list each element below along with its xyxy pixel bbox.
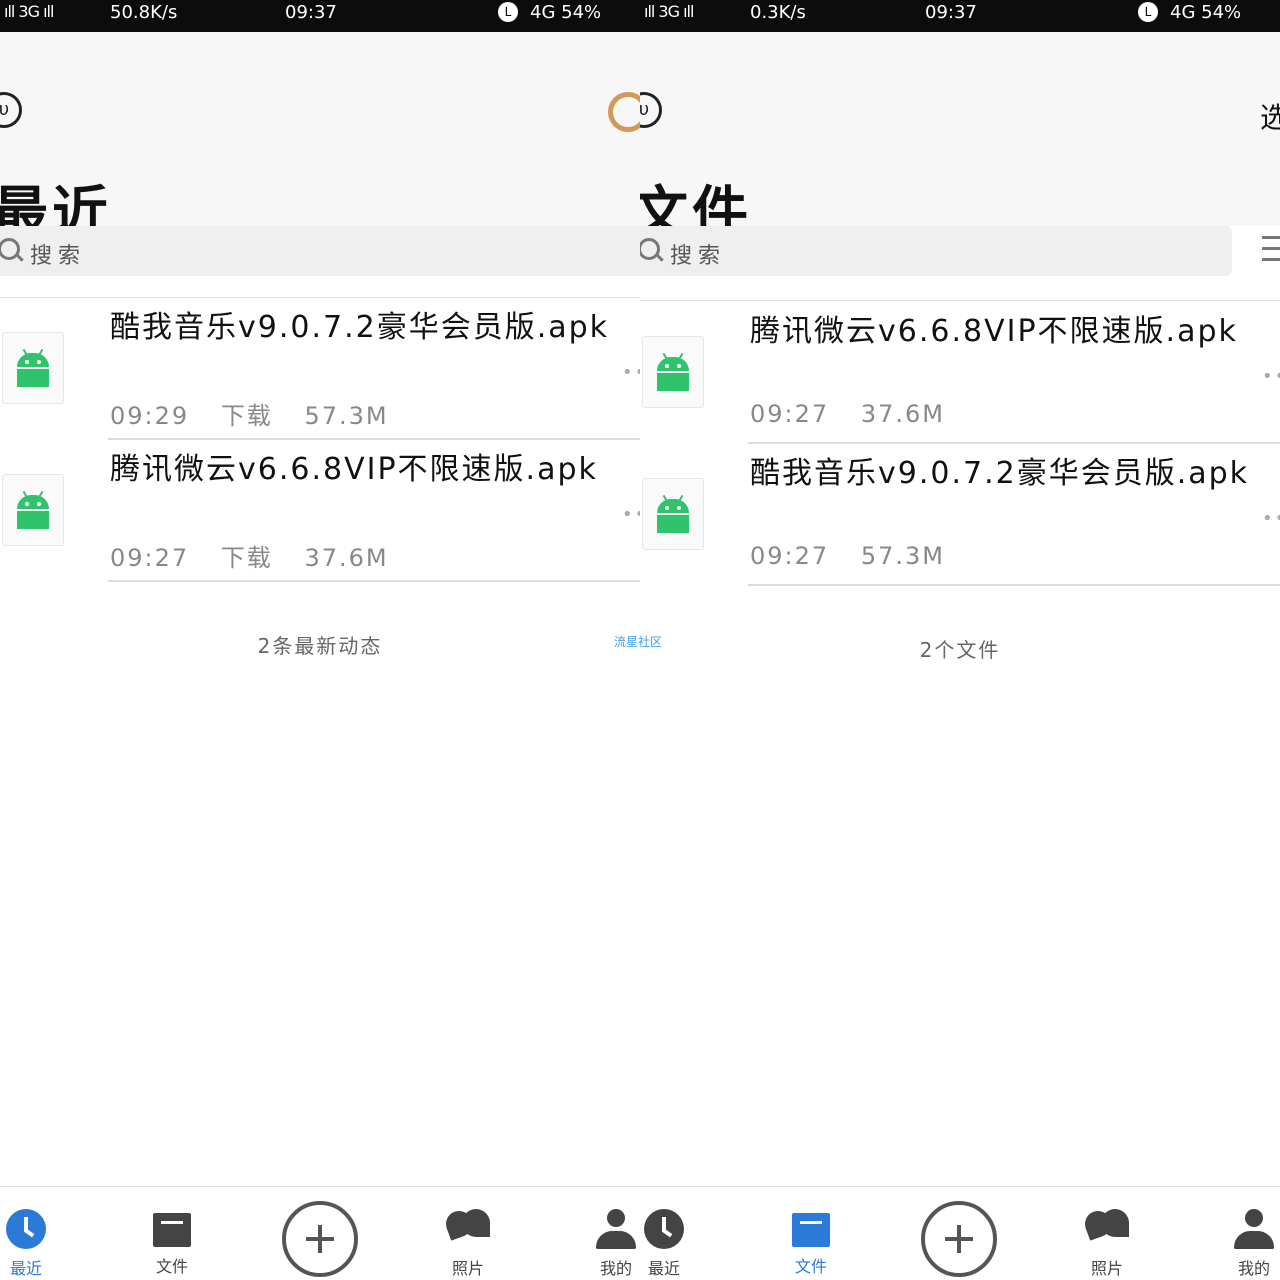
status-bar: ıll 3G ıll 0.3K/s 09:37 L 4G 54% xyxy=(640,0,1280,32)
clock-time: 09:37 xyxy=(925,2,977,23)
tab-label: 照片 xyxy=(1090,1259,1123,1278)
tab-label: 照片 xyxy=(451,1259,484,1278)
add-button[interactable] xyxy=(917,1201,1001,1277)
user-icon xyxy=(1234,1209,1274,1249)
file-time: 09:29 xyxy=(110,402,190,430)
file-size: 57.3M xyxy=(860,542,945,570)
user-icon xyxy=(596,1209,636,1249)
list-divider xyxy=(640,300,1280,301)
file-row[interactable]: 酷我音乐v9.0.7.2豪华会员版.apk 09:29 下载 57.3M •• xyxy=(0,298,640,440)
file-size: 37.6M xyxy=(304,544,389,572)
file-meta: 09:27 37.6M xyxy=(750,400,967,428)
file-time: 09:27 xyxy=(750,400,830,428)
search-bar[interactable]: 搜索 xyxy=(0,226,640,276)
folder-icon xyxy=(153,1213,191,1247)
search-bar[interactable]: 搜索 xyxy=(640,226,1232,276)
tab-label: 文件 xyxy=(794,1257,827,1276)
more-icon[interactable]: •• xyxy=(622,504,640,525)
summary-text: 2条最新动态 xyxy=(257,634,383,658)
more-icon[interactable]: •• xyxy=(622,362,640,383)
file-row[interactable]: 腾讯微云v6.6.8VIP不限速版.apk 09:27 下载 37.6M •• xyxy=(0,440,640,582)
file-action: 下载 xyxy=(220,402,273,430)
file-row[interactable]: 腾讯微云v6.6.8VIP不限速版.apk 09:27 37.6M •• xyxy=(640,302,1280,444)
battery-status: 4G 54% xyxy=(1170,2,1242,23)
tab-mine[interactable]: 我的 xyxy=(1232,1209,1276,1279)
file-row[interactable]: 酷我音乐v9.0.7.2豪华会员版.apk 09:27 57.3M •• xyxy=(640,444,1280,586)
summary-text: 2个文件 xyxy=(919,638,1001,662)
clock-icon xyxy=(6,1209,46,1249)
file-meta: 09:29 下载 57.3M xyxy=(110,396,411,431)
android-icon xyxy=(642,478,704,550)
search-placeholder: 搜索 xyxy=(30,244,87,269)
folder-icon xyxy=(792,1213,830,1247)
tab-label: 最近 xyxy=(647,1259,680,1278)
add-icon xyxy=(921,1201,997,1277)
network-speed: 50.8K/s xyxy=(110,2,178,23)
row-divider xyxy=(748,584,1280,586)
file-name: 酷我音乐v9.0.7.2豪华会员版.apk xyxy=(750,456,1250,491)
tab-label: 最近 xyxy=(9,1259,42,1278)
bottom-tab-bar: 最近 文件 照片 我的 xyxy=(640,1186,1280,1280)
tab-photos[interactable]: 照片 xyxy=(1083,1209,1131,1279)
file-name: 腾讯微云v6.6.8VIP不限速版.apk xyxy=(110,452,598,487)
tab-label: 文件 xyxy=(155,1257,188,1276)
brand-logo-icon[interactable]: υ xyxy=(640,92,662,128)
file-name: 腾讯微云v6.6.8VIP不限速版.apk xyxy=(750,314,1238,349)
more-icon[interactable]: •• xyxy=(1262,508,1280,529)
tab-files[interactable]: 文件 xyxy=(148,1209,196,1277)
search-icon xyxy=(0,238,20,260)
search-icon xyxy=(640,238,660,260)
file-time: 09:27 xyxy=(110,544,190,572)
app-header: υ 选 文件 xyxy=(640,32,1280,246)
file-time: 09:27 xyxy=(750,542,830,570)
file-meta: 09:27 下载 37.6M xyxy=(110,538,411,573)
file-action: 下载 xyxy=(220,544,273,572)
watermark-text: 流星社区 xyxy=(614,635,663,649)
android-icon xyxy=(2,332,64,404)
alarm-icon: L xyxy=(498,2,518,22)
signal-indicator: ıll 3G ıll xyxy=(644,2,694,21)
clock-time: 09:37 xyxy=(285,2,337,23)
row-divider xyxy=(108,580,640,582)
bottom-tab-bar: 最近 文件 照片 我的 xyxy=(0,1186,640,1280)
select-button[interactable]: 选 xyxy=(1260,96,1280,136)
tab-recent[interactable]: 最近 xyxy=(642,1209,686,1279)
photo-icon xyxy=(446,1209,490,1249)
more-icon[interactable]: •• xyxy=(1262,366,1280,387)
add-button[interactable] xyxy=(278,1201,362,1277)
brand-logo-icon[interactable]: υ xyxy=(0,92,22,128)
tab-files[interactable]: 文件 xyxy=(787,1209,835,1277)
tab-label: 我的 xyxy=(599,1259,632,1278)
file-meta: 09:27 57.3M xyxy=(750,542,967,570)
app-header: υ 最近 xyxy=(0,32,640,246)
alarm-icon: L xyxy=(1138,2,1158,22)
files-screen: ıll 3G ıll 0.3K/s 09:37 L 4G 54% υ 选 文件 … xyxy=(640,0,1280,1280)
clock-icon xyxy=(644,1209,684,1249)
photo-icon xyxy=(1085,1209,1129,1249)
status-bar: ıll 3G ıll 50.8K/s 09:37 L 4G 54% xyxy=(0,0,640,32)
signal-indicator: ıll 3G ıll xyxy=(4,2,54,21)
tab-photos[interactable]: 照片 xyxy=(444,1209,492,1279)
network-speed: 0.3K/s xyxy=(750,2,806,23)
tab-label: 我的 xyxy=(1237,1259,1270,1278)
file-size: 57.3M xyxy=(304,402,389,430)
tab-recent[interactable]: 最近 xyxy=(2,1209,50,1279)
recent-screen: ıll 3G ıll 50.8K/s 09:37 L 4G 54% υ 最近 搜… xyxy=(0,0,640,1280)
add-icon xyxy=(282,1201,358,1277)
android-icon xyxy=(642,336,704,408)
file-size: 37.6M xyxy=(860,400,945,428)
cloud-icon[interactable] xyxy=(608,92,640,132)
tab-mine[interactable]: 我的 xyxy=(594,1209,638,1279)
battery-status: 4G 54% xyxy=(530,2,602,23)
search-placeholder: 搜索 xyxy=(670,244,727,269)
file-name: 酷我音乐v9.0.7.2豪华会员版.apk xyxy=(110,310,610,345)
android-icon xyxy=(2,474,64,546)
list-view-icon[interactable] xyxy=(1262,236,1280,266)
